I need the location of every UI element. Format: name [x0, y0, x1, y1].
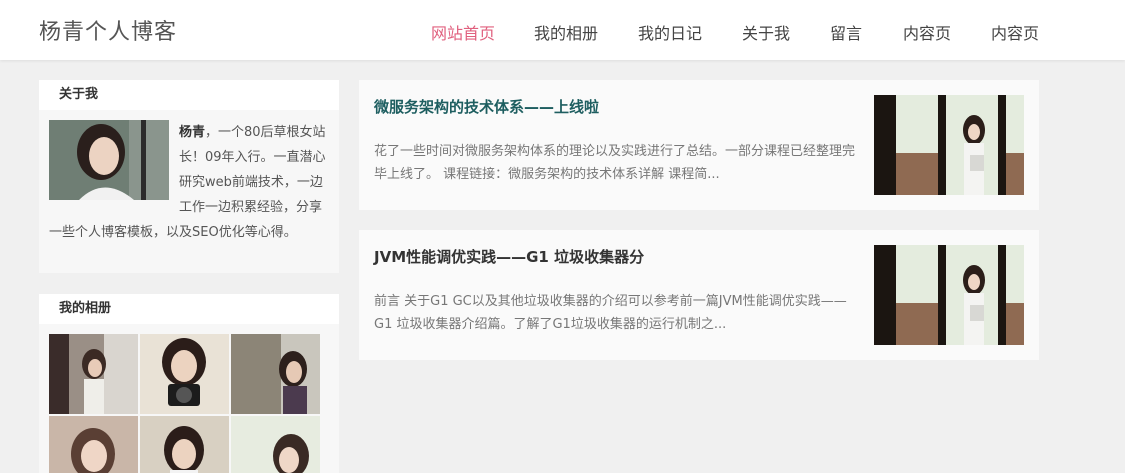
avatar	[49, 120, 169, 200]
about-body: 杨青，一个80后草根女站长！09年入行。一直潜心研究web前端技术，一边工作一边…	[39, 110, 339, 245]
nav-about[interactable]: 关于我	[742, 20, 790, 44]
nav-diary[interactable]: 我的日记	[638, 20, 702, 44]
nav-album[interactable]: 我的相册	[534, 20, 598, 44]
album-photo[interactable]	[49, 416, 138, 473]
main-nav: 网站首页 我的相册 我的日记 关于我 留言 内容页 内容页	[0, 20, 1125, 44]
nav-guestbook[interactable]: 留言	[830, 20, 862, 44]
article-excerpt: 花了一些时间对微服务架构体系的理论以及实践进行了总结。一部分课程已经整理完毕上线…	[374, 144, 856, 182]
album-photo[interactable]	[140, 334, 229, 414]
article-title[interactable]: JVM性能调优实践——G1 垃圾收集器分	[374, 246, 644, 267]
article-title[interactable]: 微服务架构的技术体系——上线啦	[374, 96, 599, 117]
nav-content-2[interactable]: 内容页	[991, 20, 1039, 44]
album-photo[interactable]	[231, 334, 320, 414]
about-panel: 关于我 杨青，一个80后草根女站长！09年入行。一直潜心研究web前端技术，一边…	[39, 80, 339, 273]
article-excerpt: 前言 关于G1 GC以及其他垃圾收集器的介绍可以参考前一篇JVM性能调优实践——…	[374, 294, 847, 332]
about-name: 杨青	[179, 125, 206, 140]
article-thumbnail[interactable]	[874, 95, 1024, 195]
article-card[interactable]: JVM性能调优实践——G1 垃圾收集器分 前言 关于G1 GC以及其他垃圾收集器…	[359, 230, 1039, 360]
album-photo[interactable]	[231, 416, 320, 473]
nav-home[interactable]: 网站首页	[431, 20, 495, 44]
album-photo[interactable]	[140, 416, 229, 473]
site-header: 杨青个人博客 网站首页 我的相册 我的日记 关于我 留言 内容页 内容页	[0, 0, 1125, 60]
album-panel: 我的相册	[39, 294, 339, 473]
nav-content-1[interactable]: 内容页	[903, 20, 951, 44]
article-card[interactable]: 微服务架构的技术体系——上线啦 花了一些时间对微服务架构体系的理论以及实践进行了…	[359, 80, 1039, 210]
about-title: 关于我	[39, 80, 339, 110]
album-photo[interactable]	[49, 334, 138, 414]
album-title: 我的相册	[39, 294, 339, 324]
article-thumbnail[interactable]	[874, 245, 1024, 345]
